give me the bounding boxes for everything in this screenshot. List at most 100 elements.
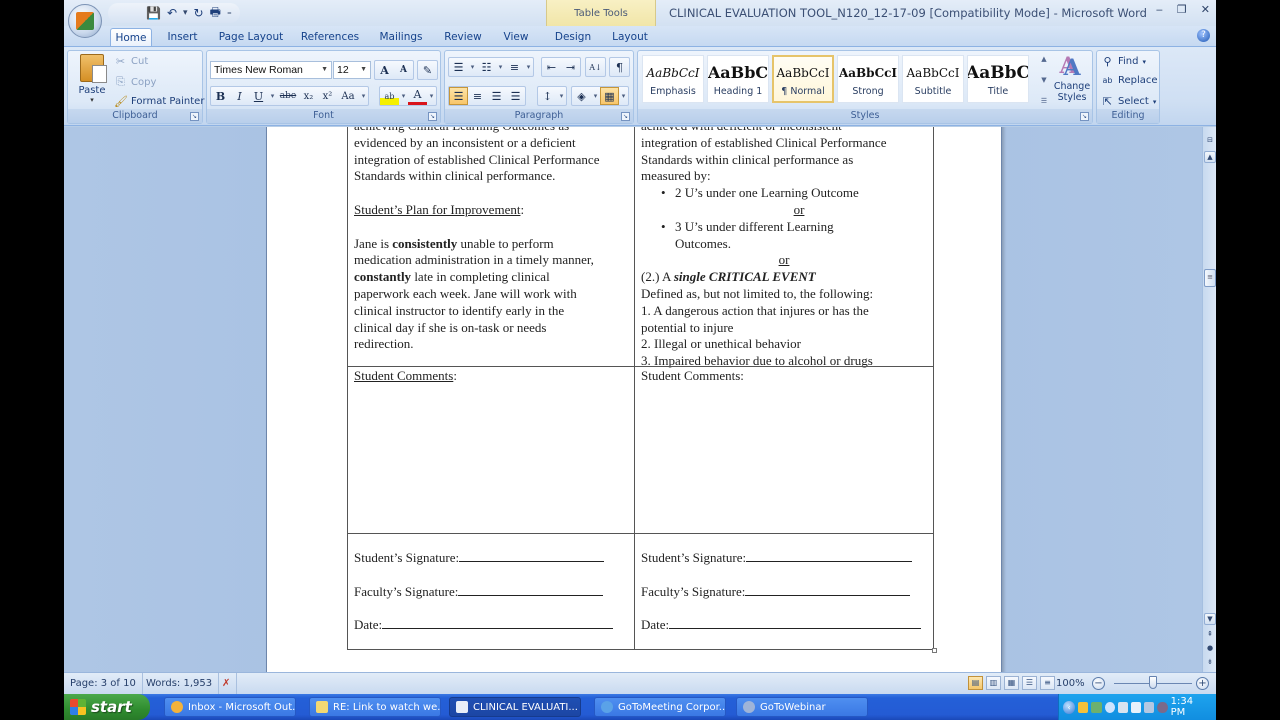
copy-button[interactable]: ⎘ Copy [114, 75, 156, 89]
taskbar-item-word[interactable]: CLINICAL EVALUATI... [449, 697, 581, 717]
table-cell-signatures-left[interactable]: Student’s Signature: Faculty’s Signature… [347, 533, 635, 650]
page-indicator[interactable]: Page: 3 of 10 [64, 673, 143, 694]
gallery-down-icon[interactable]: ▼ [1038, 76, 1050, 84]
format-painter-button[interactable]: 🖌 Format Painter [114, 95, 204, 108]
zoom-level[interactable]: 100% [1056, 673, 1085, 694]
paragraph-dialog-launcher[interactable]: ↘ [621, 112, 630, 121]
document-tray-icon[interactable] [1117, 701, 1128, 713]
numbering-dropdown-icon[interactable]: ▾ [496, 58, 505, 76]
table-cell-right-top[interactable]: achieved with deficient or inconsistent … [634, 127, 934, 368]
tab-design[interactable]: Design [548, 28, 598, 46]
justify-button[interactable]: ☰ [506, 87, 525, 105]
restore-icon[interactable]: ❐ [1177, 3, 1187, 16]
style-normal[interactable]: AaBbCcI ¶ Normal [772, 55, 834, 103]
strikethrough-button[interactable]: abe [277, 87, 299, 105]
outlook-tray-icon[interactable] [1078, 701, 1089, 713]
font-dialog-launcher[interactable]: ↘ [428, 112, 437, 121]
underline-dropdown-icon[interactable]: ▾ [268, 87, 277, 105]
signature-blank[interactable] [745, 584, 911, 596]
bullets-dropdown-icon[interactable]: ▾ [468, 58, 477, 76]
bullets-button[interactable]: ☰ [449, 58, 468, 76]
redo-icon[interactable]: ↻ [194, 6, 204, 20]
web-layout-view-button[interactable]: ▦ [1004, 676, 1019, 690]
line-spacing-button[interactable]: ↕ [538, 87, 557, 105]
minimize-icon[interactable]: ‒ [1156, 3, 1163, 16]
table-cell-signatures-right[interactable]: Student’s Signature: Faculty’s Signature… [634, 533, 934, 650]
sort-button[interactable]: A↓ [586, 58, 605, 76]
font-size-combo[interactable]: 12 ▼ [333, 61, 371, 79]
tab-page-layout[interactable]: Page Layout [214, 28, 288, 46]
highlight-dropdown-icon[interactable]: ▾ [399, 87, 408, 105]
multilevel-list-button[interactable]: ≡ [505, 58, 524, 76]
shading-dropdown-icon[interactable]: ▾ [591, 87, 600, 105]
change-case-button[interactable]: Aa [337, 87, 359, 105]
scroll-down-button[interactable]: ▼ [1204, 613, 1216, 625]
show-marks-button[interactable]: ¶ [610, 58, 629, 76]
signature-blank[interactable] [459, 550, 605, 562]
table-cell-student-comments-left[interactable]: Student Comments: [347, 366, 635, 534]
borders-dropdown-icon[interactable]: ▾ [619, 87, 628, 105]
decrease-indent-button[interactable]: ⇤ [542, 58, 561, 76]
signature-blank[interactable] [746, 550, 913, 562]
gallery-more-icon[interactable]: ☰ [1038, 97, 1050, 105]
signature-blank[interactable] [382, 617, 614, 629]
customize-qat-icon[interactable]: ₌ [227, 8, 232, 18]
taskbar-item-gotomeeting[interactable]: GoToMeeting Corpor... [594, 697, 726, 717]
tab-references[interactable]: References [296, 28, 364, 46]
change-styles-button[interactable]: A Change Styles [1052, 55, 1092, 103]
signature-blank[interactable] [669, 617, 922, 629]
line-spacing-dropdown-icon[interactable]: ▾ [557, 87, 566, 105]
tab-home[interactable]: Home [110, 28, 152, 46]
numbering-button[interactable]: ☷ [477, 58, 496, 76]
table-cell-left-top[interactable]: achieving Clinical Learning Outcomes as … [347, 127, 635, 367]
taskbar-item-gotowebinar[interactable]: GoToWebinar [736, 697, 868, 717]
subscript-button[interactable]: x₂ [299, 87, 318, 105]
zoom-slider-thumb[interactable] [1149, 676, 1157, 689]
view-ruler-icon[interactable]: ⊟ [1204, 135, 1216, 147]
network-tray-icon[interactable] [1091, 701, 1102, 713]
gallery-up-icon[interactable]: ▲ [1038, 55, 1050, 63]
zoom-out-button[interactable]: − [1092, 677, 1105, 690]
vertical-scrollbar[interactable]: ⊟ ▲ ≡ ▼ ⇞ ● ⇟ [1202, 127, 1216, 672]
tab-review[interactable]: Review [438, 28, 488, 46]
paste-button[interactable]: Paste ▾ [74, 54, 110, 110]
grow-font-button[interactable]: A [375, 61, 394, 79]
gotowebinar-tray-icon[interactable] [1104, 701, 1115, 713]
full-screen-reading-view-button[interactable]: ▥ [986, 676, 1001, 690]
tab-view[interactable]: View [496, 28, 536, 46]
font-color-dropdown-icon[interactable]: ▾ [427, 87, 436, 105]
security-tray-icon[interactable] [1157, 701, 1168, 713]
proofing-icon[interactable]: ✗ [216, 673, 238, 694]
borders-button[interactable]: ▦ [600, 87, 619, 105]
table-cell-student-comments-right[interactable]: Student Comments: [634, 366, 934, 534]
bold-button[interactable]: B [211, 87, 230, 105]
draft-view-button[interactable]: ≡ [1040, 676, 1055, 690]
style-subtitle[interactable]: AaBbCcI Subtitle [902, 55, 964, 103]
next-page-icon[interactable]: ⇟ [1204, 657, 1216, 669]
styles-dialog-launcher[interactable]: ↘ [1080, 112, 1089, 121]
center-button[interactable]: ≡ [468, 87, 487, 105]
tab-layout[interactable]: Layout [606, 28, 654, 46]
volume-tray-icon[interactable] [1144, 701, 1155, 713]
scroll-up-button[interactable]: ▲ [1204, 151, 1216, 163]
help-icon[interactable]: ? [1197, 29, 1210, 42]
replace-button[interactable]: ab Replace [1101, 75, 1158, 86]
align-right-button[interactable]: ☰ [487, 87, 506, 105]
multilevel-dropdown-icon[interactable]: ▾ [524, 58, 533, 76]
increase-indent-button[interactable]: ⇥ [561, 58, 580, 76]
style-emphasis[interactable]: AaBbCcI Emphasis [642, 55, 704, 103]
align-left-button[interactable]: ☰ [449, 87, 468, 105]
font-color-button[interactable]: A [408, 87, 427, 105]
shrink-font-button[interactable]: A [394, 61, 413, 79]
undo-icon[interactable]: ↶ [167, 6, 177, 20]
select-browse-object-icon[interactable]: ● [1204, 643, 1216, 655]
italic-button[interactable]: I [230, 87, 249, 105]
highlight-button[interactable]: ab [380, 87, 399, 105]
taskbar-item-outlook[interactable]: Inbox - Microsoft Out... [164, 697, 296, 717]
style-strong[interactable]: AaBbCcI Strong [837, 55, 899, 103]
zoom-in-button[interactable]: + [1196, 677, 1209, 690]
clock[interactable]: 1:34 PM [1171, 696, 1208, 718]
cut-button[interactable]: ✂ Cut [114, 55, 148, 68]
document-page[interactable]: achieving Clinical Learning Outcomes as … [266, 127, 1002, 672]
style-heading-1[interactable]: AaBbC Heading 1 [707, 55, 769, 103]
